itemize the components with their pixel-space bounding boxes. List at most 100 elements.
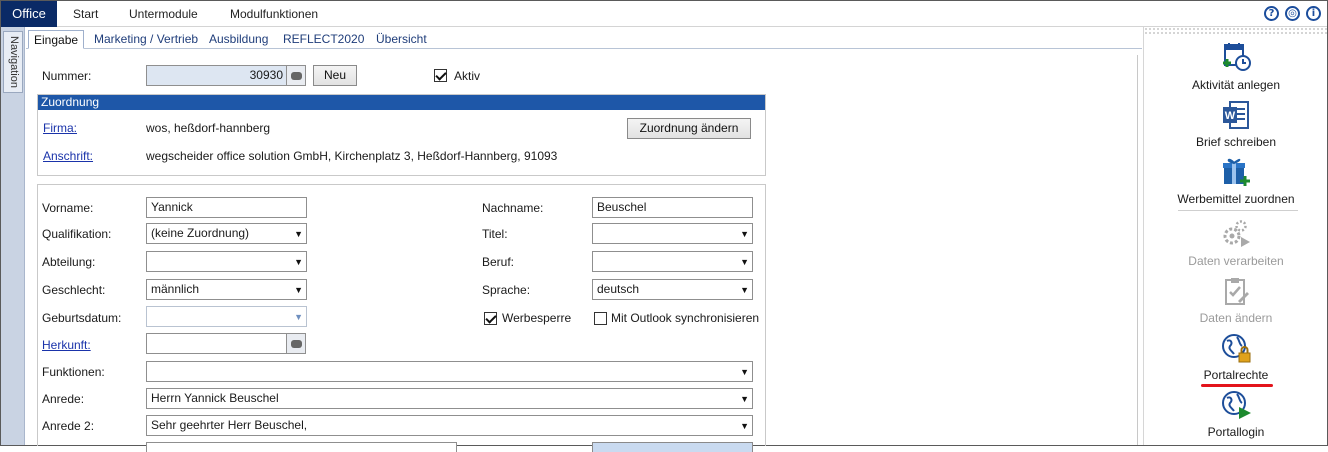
anschrift-link[interactable]: Anschrift: [43,149,93,163]
nummer-label: Nummer: [42,69,92,83]
navigation-strip: Navigation [1,27,25,445]
anrede-label: Anrede: [42,392,85,406]
calendar-dropdown-icon: ▼ [294,312,303,322]
neu-button[interactable]: Neu [313,65,357,86]
herkunft-lookup-button[interactable] [286,333,306,354]
top-right-icons: ? ◎ i [1264,6,1321,22]
tab-marketing-vertrieb[interactable]: Marketing / Vertrieb [89,30,203,49]
action-label: Portallogin [1207,425,1265,439]
action-daten-aendern[interactable]: Daten ändern [1144,273,1328,329]
next-row-button[interactable] [592,442,753,452]
panel-grip [1144,27,1328,35]
dropdown-arrow-icon: ▼ [740,367,749,377]
action-brief-schreiben[interactable]: W Brief schreiben [1144,97,1328,153]
globe-icon[interactable]: ◎ [1285,6,1300,21]
form-content: Nummer: 30930 Neu Aktiv Zuordnung Firma:… [34,55,1138,452]
menu-modulfunktionen[interactable]: Modulfunktionen [230,1,318,27]
sprache-select[interactable]: deutsch ▼ [592,279,753,300]
next-row-field[interactable] [146,442,457,452]
menu-office[interactable]: Office [1,1,57,27]
werbesperre-checkbox[interactable] [484,312,497,325]
firma-link[interactable]: Firma: [43,121,77,135]
binoculars-icon [291,340,302,348]
funktionen-select[interactable]: ▼ [146,361,753,382]
zuordnung-header: Zuordnung [38,95,765,110]
action-portallogin[interactable]: Portallogin [1144,388,1328,444]
anrede2-select[interactable]: Sehr geehrter Herr Beuschel, ▼ [146,415,753,436]
vorname-field[interactable]: Yannick [146,197,307,218]
panel-separator [1178,210,1298,211]
dropdown-arrow-icon: ▼ [294,257,303,267]
qualifikation-label: Qualifikation: [42,227,112,241]
action-label: Werbemittel zuordnen [1177,192,1295,206]
action-label: Portalrechte [1203,368,1269,382]
zuordnung-aendern-button[interactable]: Zuordnung ändern [627,118,751,139]
tab-bar: Eingabe Marketing / Vertrieb Ausbildung … [26,27,1142,49]
globe-lock-icon [1222,334,1251,363]
nummer-lookup-button[interactable] [286,65,306,86]
action-werbemittel-zuordnen[interactable]: Werbemittel zuordnen [1144,154,1328,210]
menu-start[interactable]: Start [73,1,98,27]
geschlecht-value: männlich [151,282,200,296]
word-icon: W [1223,101,1249,129]
action-label: Daten verarbeiten [1188,254,1284,268]
tab-uebersicht[interactable]: Übersicht [371,30,432,49]
nachname-label: Nachname: [482,201,544,215]
anschrift-value: wegscheider office solution GmbH, Kirche… [146,149,558,163]
gift-add-icon [1223,158,1250,186]
vorname-label: Vorname: [42,201,94,215]
menu-bar: Office Start Untermodule Modulfunktionen… [1,1,1327,27]
main-area: Eingabe Marketing / Vertrieb Ausbildung … [26,27,1142,452]
tab-eingabe[interactable]: Eingabe [28,30,85,49]
action-aktivitaet-anlegen[interactable]: Aktivität anlegen [1144,39,1328,95]
anrede2-label: Anrede 2: [42,419,95,433]
dropdown-arrow-icon: ▼ [740,394,749,404]
nachname-field[interactable]: Beuschel [592,197,753,218]
beruf-select[interactable]: ▼ [592,251,753,272]
tab-ausbildung[interactable]: Ausbildung [204,30,273,49]
dropdown-arrow-icon: ▼ [740,229,749,239]
action-label: Aktivität anlegen [1191,78,1281,92]
werbesperre-label: Werbesperre [502,311,572,325]
nummer-field[interactable]: 30930 [146,65,287,86]
geburtsdatum-picker[interactable]: ▼ [146,306,307,327]
dropdown-arrow-icon: ▼ [294,285,303,295]
clipboard-edit-icon [1225,278,1249,305]
dropdown-arrow-icon: ▼ [740,421,749,431]
navigation-tab[interactable]: Navigation [3,31,23,93]
menu-untermodule[interactable]: Untermodule [129,1,198,27]
funktionen-label: Funktionen: [42,365,105,379]
info-icon[interactable]: i [1306,6,1321,21]
action-daten-verarbeiten[interactable]: Daten verarbeiten [1144,216,1328,272]
action-label: Brief schreiben [1195,135,1277,149]
titel-label: Titel: [482,227,508,241]
binoculars-icon [291,72,302,80]
action-portalrechte[interactable]: Portalrechte [1144,330,1328,386]
gears-play-icon [1223,220,1250,247]
abteilung-label: Abteilung: [42,255,96,269]
anrede2-value: Sehr geehrter Herr Beuschel, [151,418,308,432]
titel-select[interactable]: ▼ [592,223,753,244]
abteilung-select[interactable]: ▼ [146,251,307,272]
dropdown-arrow-icon: ▼ [740,285,749,295]
calendar-add-icon [1223,43,1251,71]
anrede-select[interactable]: Herrn Yannick Beuschel ▼ [146,388,753,409]
sprache-value: deutsch [597,282,640,296]
geschlecht-select[interactable]: männlich ▼ [146,279,307,300]
help-icon[interactable]: ? [1264,6,1279,21]
navigation-label: Navigation [8,36,20,88]
herkunft-link[interactable]: Herkunft: [42,338,91,352]
beruf-label: Beruf: [482,255,515,269]
action-label: Daten ändern [1199,311,1273,325]
anrede-value: Herrn Yannick Beuschel [151,391,279,405]
qualifikation-value: (keine Zuordnung) [151,226,250,240]
geburtsdatum-label: Geburtsdatum: [42,311,122,325]
sprache-label: Sprache: [482,283,531,297]
firma-value: wos, heßdorf-hannberg [146,121,271,135]
herkunft-field[interactable] [146,333,287,354]
aktiv-checkbox[interactable] [434,69,447,82]
qualifikation-select[interactable]: (keine Zuordnung) ▼ [146,223,307,244]
outlook-sync-checkbox[interactable] [594,312,607,325]
tab-reflect2020[interactable]: REFLECT2020 [278,30,369,49]
zuordnung-group: Zuordnung Firma: wos, heßdorf-hannberg Z… [37,94,766,176]
